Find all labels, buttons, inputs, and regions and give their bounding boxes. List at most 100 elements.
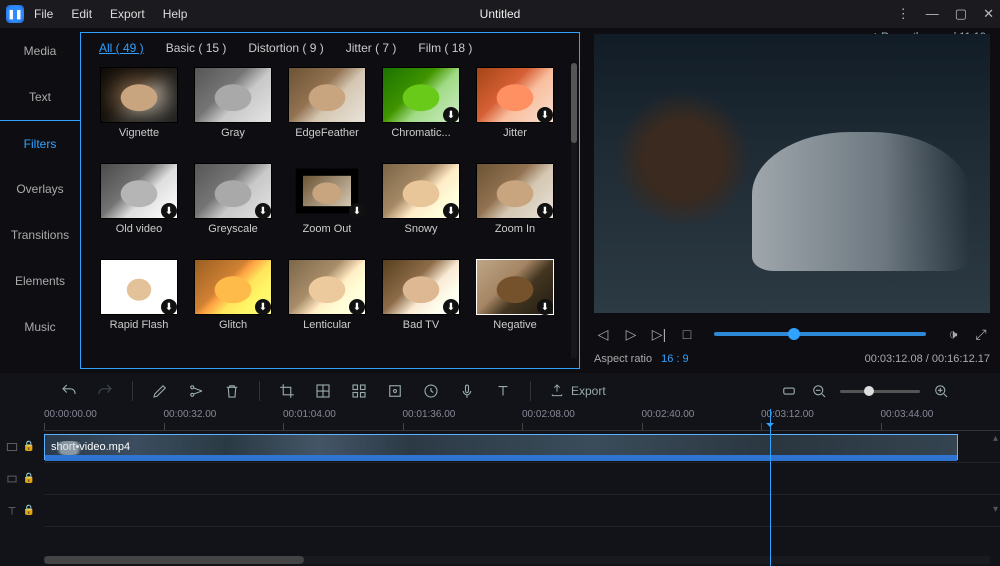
zoom-in-icon[interactable] xyxy=(932,382,950,400)
duration-icon[interactable] xyxy=(422,382,440,400)
sidebar-item-text[interactable]: Text xyxy=(0,74,80,120)
filter-thumb-lenticular[interactable]: ⬇Lenticular xyxy=(287,259,367,349)
filter-label: Bad TV xyxy=(403,319,440,331)
split-icon[interactable] xyxy=(187,382,205,400)
library-tab[interactable]: Basic ( 15 ) xyxy=(166,41,227,55)
video-clip[interactable]: short•video.mp4 xyxy=(44,434,958,460)
library-tab[interactable]: Jitter ( 7 ) xyxy=(346,41,397,55)
timecode: 00:03:12.08 / 00:16:12.17 xyxy=(865,353,990,365)
crop-icon[interactable] xyxy=(278,382,296,400)
video-track[interactable]: 🔒 short•video.mp4 xyxy=(44,431,1000,463)
play-icon[interactable]: ▷ xyxy=(622,326,640,343)
sidebar-item-media[interactable]: Media xyxy=(0,28,80,74)
text-track[interactable]: 🔒 xyxy=(44,495,1000,527)
library-tab[interactable]: All ( 49 ) xyxy=(99,41,144,55)
filter-thumb-chromatic-[interactable]: ⬇Chromatic... xyxy=(381,67,461,157)
library-tab[interactable]: Film ( 18 ) xyxy=(418,41,472,55)
filter-thumb-vignette[interactable]: Vignette xyxy=(99,67,179,157)
filter-thumb-snowy[interactable]: ⬇ Snowy xyxy=(381,163,461,253)
filter-thumb-gray[interactable]: Gray xyxy=(193,67,273,157)
download-icon[interactable]: ⬇ xyxy=(443,299,459,315)
library-tab[interactable]: Distortion ( 9 ) xyxy=(248,41,323,55)
export-button[interactable]: Export xyxy=(549,383,606,399)
delete-icon[interactable] xyxy=(223,382,241,400)
lock-icon[interactable]: 🔒 xyxy=(23,473,35,484)
filter-thumb-greyscale[interactable]: ⬇ Greyscale xyxy=(193,163,273,253)
sidebar-item-elements[interactable]: Elements xyxy=(0,258,80,304)
download-icon[interactable]: ⬇ xyxy=(349,203,365,219)
stop-icon[interactable]: □ xyxy=(678,326,696,342)
sidebar-item-overlays[interactable]: Overlays xyxy=(0,166,80,212)
menu-file[interactable]: File xyxy=(34,7,53,21)
download-icon[interactable]: ⬇ xyxy=(161,203,177,219)
lock-icon[interactable]: 🔒 xyxy=(23,441,35,452)
playhead[interactable] xyxy=(770,409,771,566)
pen-icon[interactable] xyxy=(151,382,169,400)
download-icon[interactable]: ⬇ xyxy=(443,107,459,123)
overlay-track[interactable]: 🔒 xyxy=(44,463,1000,495)
side-panel: MediaTextFiltersOverlaysTransitionsEleme… xyxy=(0,28,80,373)
download-icon[interactable]: ⬇ xyxy=(255,299,271,315)
aspect-ratio-value[interactable]: 16 : 9 xyxy=(661,353,689,365)
filter-thumb-jitter[interactable]: ⬇Jitter xyxy=(475,67,555,157)
filter-label: Greyscale xyxy=(208,223,258,235)
grid-icon[interactable] xyxy=(350,382,368,400)
filter-label: Zoom Out xyxy=(303,223,352,235)
menu-help[interactable]: Help xyxy=(163,7,188,21)
zoom-out-icon[interactable] xyxy=(810,382,828,400)
menu-edit[interactable]: Edit xyxy=(71,7,92,21)
filter-thumb-glitch[interactable]: ⬇Glitch xyxy=(193,259,273,349)
filter-thumb-zoom-out[interactable]: ⬇ Zoom Out xyxy=(287,163,367,253)
filter-thumb-negative[interactable]: ⬇Negative xyxy=(475,259,555,349)
filter-thumb-bad-tv[interactable]: ⬇Bad TV xyxy=(381,259,461,349)
fullscreen-icon[interactable]: ⤢ xyxy=(972,326,990,343)
preview-pane: Recently saved 11:19 ◁ ▷ ▷| □ 🕩 ⤢ Aspect… xyxy=(584,28,1000,373)
timeline: 00:00:00.0000:00:32.0000:01:04.0000:01:3… xyxy=(0,409,1000,566)
undo-icon[interactable] xyxy=(60,382,78,400)
seek-bar[interactable] xyxy=(714,332,926,336)
time-ruler[interactable]: 00:00:00.0000:00:32.0000:01:04.0000:01:3… xyxy=(44,409,1000,431)
timeline-scrollbar[interactable] xyxy=(44,556,990,564)
sidebar-item-music[interactable]: Music xyxy=(0,304,80,350)
video-track-head: 🔒 xyxy=(0,431,40,462)
volume-icon[interactable]: 🕩 xyxy=(944,326,962,343)
ruler-tick: 00:00:00.00 xyxy=(44,409,164,430)
download-icon[interactable]: ⬇ xyxy=(255,203,271,219)
filter-thumb-zoom-in[interactable]: ⬇Zoom In xyxy=(475,163,555,253)
filter-label: Old video xyxy=(116,223,162,235)
zoom-slider[interactable] xyxy=(840,390,920,393)
filter-label: Snowy xyxy=(404,223,437,235)
lock-icon[interactable]: 🔒 xyxy=(23,505,35,516)
download-icon[interactable]: ⬇ xyxy=(537,299,553,315)
ruler-tick: 00:03:12.00 xyxy=(761,409,881,430)
video-preview[interactable] xyxy=(594,34,990,313)
filter-thumb-rapid-flash[interactable]: ⬇Rapid Flash xyxy=(99,259,179,349)
minimize-icon[interactable]: — xyxy=(926,6,939,22)
filter-label: Zoom In xyxy=(495,223,535,235)
filter-label: Gray xyxy=(221,127,245,139)
text-tool-icon[interactable] xyxy=(494,382,512,400)
filter-thumb-edgefeather[interactable]: EdgeFeather xyxy=(287,67,367,157)
maximize-icon[interactable]: ▢ xyxy=(955,6,967,22)
scroll-up-icon[interactable]: ▴ xyxy=(993,433,998,444)
download-icon[interactable]: ⬇ xyxy=(161,299,177,315)
close-icon[interactable]: ✕ xyxy=(983,6,994,22)
redo-icon[interactable] xyxy=(96,382,114,400)
more-icon[interactable]: ⋮ xyxy=(897,6,910,22)
sidebar-item-transitions[interactable]: Transitions xyxy=(0,212,80,258)
voiceover-icon[interactable] xyxy=(458,382,476,400)
prev-frame-icon[interactable]: ◁ xyxy=(594,326,612,343)
next-frame-icon[interactable]: ▷| xyxy=(650,326,668,343)
download-icon[interactable]: ⬇ xyxy=(537,107,553,123)
mosaic-icon[interactable] xyxy=(314,382,332,400)
download-icon[interactable]: ⬇ xyxy=(537,203,553,219)
library-scrollbar[interactable] xyxy=(571,63,577,358)
sidebar-item-filters[interactable]: Filters xyxy=(0,120,80,166)
download-icon[interactable]: ⬇ xyxy=(443,203,459,219)
download-icon[interactable]: ⬇ xyxy=(349,299,365,315)
menu-export[interactable]: Export xyxy=(110,7,145,21)
freeze-icon[interactable] xyxy=(386,382,404,400)
scroll-down-icon[interactable]: ▾ xyxy=(993,504,998,515)
fit-icon[interactable] xyxy=(780,382,798,400)
filter-thumb-old-video[interactable]: ⬇ Old video xyxy=(99,163,179,253)
